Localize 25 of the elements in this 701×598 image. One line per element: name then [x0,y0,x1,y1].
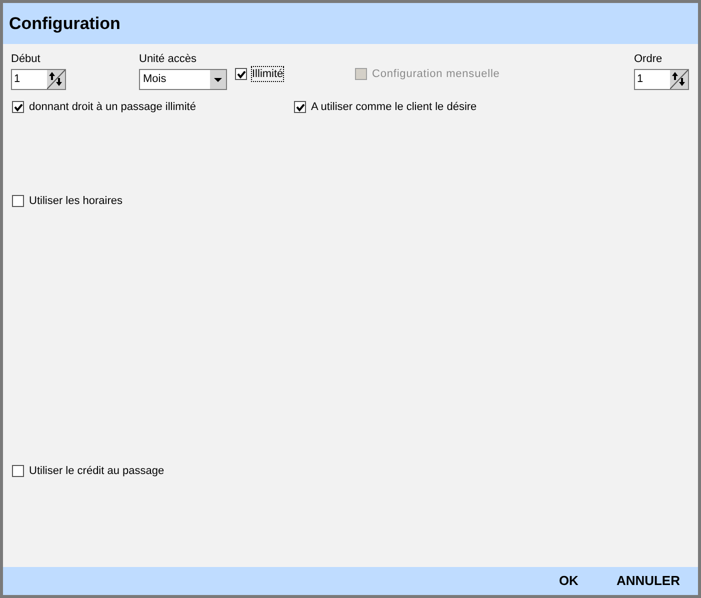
dropdown-value: Mois [142,72,168,87]
checkbox-label[interactable]: Utiliser les horaires [29,194,123,208]
spin-field[interactable]: 1 [634,69,689,90]
window-title: Configuration [9,12,120,35]
field-label: Début [11,52,42,66]
dropdown[interactable]: Mois [139,69,227,90]
checkbox[interactable] [12,101,24,113]
field-label: Ordre [634,52,664,66]
checkbox[interactable] [235,68,247,80]
caret-icon[interactable] [210,70,226,89]
field-value: 1 [636,72,644,87]
checkbox[interactable] [12,195,24,207]
checkbox-label[interactable]: donnant droit à un passage illimité [29,100,196,114]
spin-arrows-icon[interactable] [47,70,65,89]
checkbox-label[interactable]: Utiliser le crédit au passage [29,464,164,478]
dialog-button[interactable]: OK [556,571,580,591]
dialog-button[interactable]: ANNULER [614,571,682,591]
checkbox-label[interactable]: Illimité [252,67,284,81]
field-value: 1 [13,72,22,87]
field-label: Unité accès [139,52,198,66]
checkbox[interactable] [294,101,306,113]
spin-arrows-icon[interactable] [670,70,688,89]
spin-field[interactable]: 1 [11,69,66,90]
checkbox-label[interactable]: A utiliser comme le client le désire [311,100,477,114]
checkbox[interactable] [12,465,24,477]
